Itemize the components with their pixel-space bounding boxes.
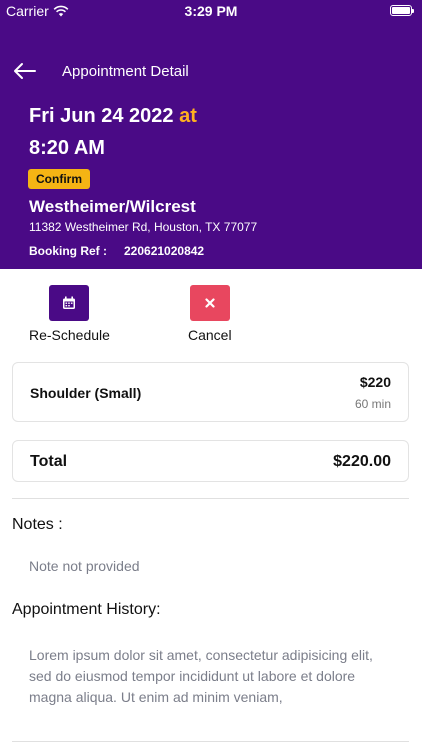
booking-ref-label: Booking Ref : <box>29 244 107 258</box>
appointment-time: 8:20 AM <box>29 137 105 159</box>
battery-icon <box>390 5 414 16</box>
total-card: Total $220.00 <box>12 440 409 482</box>
status-bar: Carrier 3:29 PM <box>0 0 422 22</box>
cancel-label[interactable]: Cancel <box>188 327 232 343</box>
divider <box>12 741 409 742</box>
nav-bar: Appointment Detail <box>0 58 422 84</box>
history-line: sed do eiusmod tempor incididunt ut labo… <box>29 668 356 684</box>
cancel-button[interactable] <box>189 285 230 321</box>
status-time: 3:29 PM <box>184 3 238 19</box>
history-line: Lorem ipsum dolor sit amet, consectetur … <box>29 647 373 663</box>
reschedule-button[interactable] <box>49 285 90 321</box>
arrow-left-icon[interactable] <box>12 58 38 84</box>
page-title: Appointment Detail <box>62 63 189 80</box>
calendar-icon <box>63 296 76 309</box>
history-line: magna aliqua. Ut enim ad minim veniam, <box>29 689 283 705</box>
history-text: Lorem ipsum dolor sit amet, consectetur … <box>29 645 373 708</box>
total-value: $220.00 <box>333 453 391 470</box>
appointment-header: Carrier 3:29 PM Appointment Detail Fri J… <box>0 0 422 269</box>
close-icon <box>205 298 215 308</box>
booking-ref-value: 220621020842 <box>124 244 205 258</box>
cancel-action: Cancel <box>188 285 232 343</box>
notes-title: Notes : <box>12 516 63 533</box>
reschedule-label[interactable]: Re-Schedule <box>29 327 110 343</box>
service-name: Shoulder (Small) <box>30 385 142 401</box>
location-address: 11382 Westheimer Rd, Houston, TX 77077 <box>29 220 258 234</box>
total-label: Total <box>30 453 68 470</box>
location-name: Westheimer/Wilcrest <box>29 197 196 216</box>
service-card: Shoulder (Small) $220 60 min <box>12 362 409 422</box>
service-duration: 60 min <box>354 397 391 411</box>
service-price: $220 <box>359 374 391 390</box>
status-badge: Confirm <box>28 169 90 189</box>
notes-text: Note not provided <box>29 558 140 574</box>
date-text: Fri Jun 24 2022 <box>29 105 174 127</box>
appointment-date: Fri Jun 24 2022 at <box>29 105 197 128</box>
reschedule-action: Re-Schedule <box>29 285 110 343</box>
divider <box>12 498 409 499</box>
at-text: at <box>179 105 197 127</box>
history-title: Appointment History: <box>12 601 161 618</box>
